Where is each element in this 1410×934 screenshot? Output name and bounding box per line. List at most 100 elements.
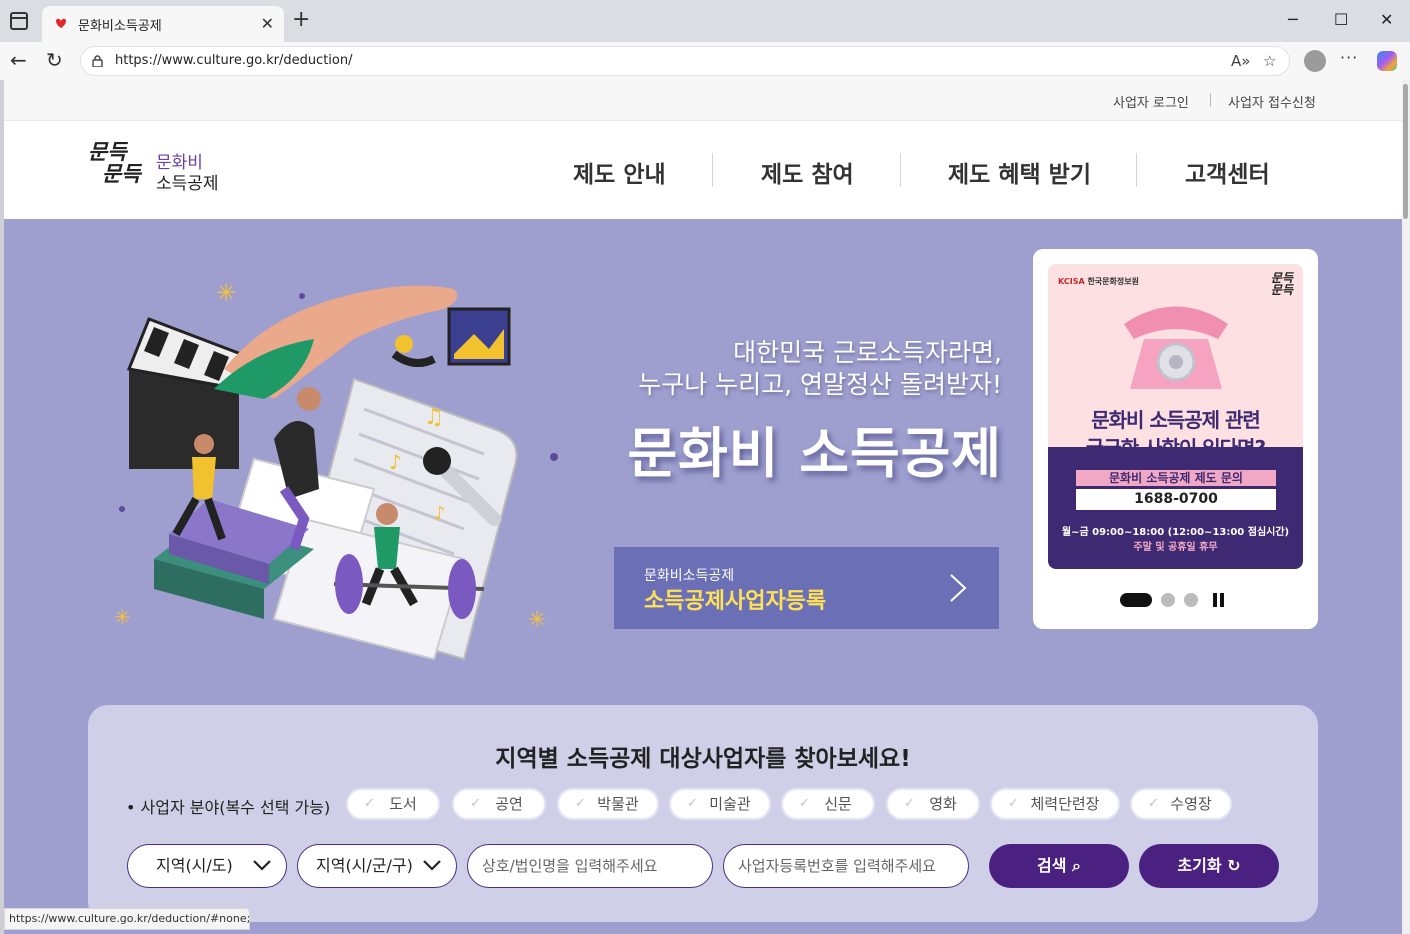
- close-window-icon[interactable]: ✕: [1380, 10, 1393, 29]
- search-icon: ⌕: [1072, 856, 1081, 875]
- slide-indicator[interactable]: [1184, 593, 1198, 607]
- minimize-icon[interactable]: ─: [1288, 10, 1298, 29]
- favorite-star-icon[interactable]: ☆: [1263, 52, 1276, 70]
- logo-text: 문화비: [156, 153, 203, 173]
- category-chip-performance[interactable]: ✓ 공연: [452, 788, 546, 820]
- kcisa-logo: KCISA 한국문화정보원: [1058, 277, 1139, 286]
- divider: [900, 153, 901, 187]
- banner-headline: 문화비 소득공제 관련: [1091, 408, 1261, 432]
- copilot-icon[interactable]: [1377, 51, 1397, 71]
- hero-subtitle-line: 대한민국 근로소득자라면,: [733, 338, 1002, 367]
- main-navigation: 문득 문득 문화비 소득공제 제도 안내 제도 참여 제도 혜택 받기 고객센터: [4, 121, 1402, 219]
- telephone-icon: [1124, 306, 1228, 389]
- check-icon: ✓: [687, 796, 698, 811]
- check-icon: ✓: [1008, 796, 1019, 811]
- hero-subtitle: 대한민국 근로소득자라면, 누구나 누리고, 연말정산 돌려받자!: [638, 337, 1002, 401]
- business-name-input[interactable]: [467, 844, 713, 888]
- utility-bar: 사업자 로그인 사업자 접수신청: [4, 80, 1402, 121]
- check-icon: ✓: [799, 796, 810, 811]
- business-apply-link[interactable]: 사업자 접수신청: [1228, 92, 1316, 111]
- new-tab-icon[interactable]: +: [292, 9, 310, 31]
- svg-text:✳: ✳: [528, 608, 546, 633]
- banner-label: 문화비 소득공제 제도 문의: [1076, 470, 1276, 486]
- inquiry-banner[interactable]: KCISA 한국문화정보원 문득 문득 문화비 소득공제 관련 궁금한 사항이 …: [1033, 249, 1318, 629]
- category-chip-movie[interactable]: ✓ 영화: [886, 788, 980, 820]
- business-search-panel: 지역별 소득공제 대상사업자를 찾아보세요! • 사업자 분야(복수 선택 가능…: [88, 705, 1318, 922]
- category-chip-books[interactable]: ✓ 도서: [346, 788, 440, 820]
- read-aloud-icon[interactable]: A»: [1231, 52, 1250, 70]
- banner-holiday: 주말 및 공휴일 휴무: [1133, 542, 1218, 553]
- hero-illustration: ✳ ✳ ✳ ♫ ♪ ♪: [114, 279, 558, 661]
- more-menu-icon[interactable]: ···: [1340, 48, 1358, 67]
- chevron-down-icon: [423, 860, 441, 871]
- sidebar-toggle-icon[interactable]: [10, 12, 28, 30]
- status-bar: https://www.culture.go.kr/deduction/#non…: [4, 908, 250, 930]
- category-field-label: • 사업자 분야(복수 선택 가능): [126, 798, 331, 817]
- pause-icon[interactable]: [1213, 593, 1225, 607]
- svg-text:✳: ✳: [216, 279, 236, 307]
- hero-title: 문화비 소득공제: [627, 422, 1002, 485]
- category-chip-swimming-pool[interactable]: ✓ 수영장: [1130, 788, 1232, 820]
- page: 사업자 로그인 사업자 접수신청 문득 문득 문화비 소득공제 제도 안내 제도…: [4, 80, 1402, 934]
- refresh-icon[interactable]: ↻: [46, 50, 63, 70]
- close-tab-icon[interactable]: ✕: [261, 14, 274, 33]
- city-select[interactable]: 지역(시/도): [127, 844, 287, 888]
- divider: [1136, 153, 1137, 187]
- category-chip-art-gallery[interactable]: ✓ 미술관: [669, 788, 771, 820]
- hero-subtitle-line: 누구나 누리고, 연말정산 돌려받자!: [638, 370, 1002, 399]
- district-select[interactable]: 지역(시/군/구): [297, 844, 457, 888]
- site-logo[interactable]: 문득 문득 문화비 소득공제: [88, 141, 228, 201]
- search-button[interactable]: 검색 ⌕: [989, 844, 1129, 888]
- register-caption: 문화비소득공제: [644, 568, 735, 584]
- svg-text:♪: ♪: [434, 503, 446, 524]
- slide-indicator[interactable]: [1161, 593, 1175, 607]
- logo-mark: 문득: [88, 139, 127, 164]
- refresh-icon: ↻: [1227, 856, 1241, 875]
- reset-button[interactable]: 초기화 ↻: [1139, 844, 1279, 888]
- check-icon: ✓: [470, 796, 481, 811]
- nav-customer-center[interactable]: 고객센터: [1185, 155, 1270, 189]
- nav-benefits[interactable]: 제도 혜택 받기: [948, 155, 1091, 189]
- logo-text: 소득공제: [156, 174, 219, 194]
- lock-icon: [92, 55, 103, 67]
- banner-hours: 월~금 09:00~18:00 (12:00~13:00 점심시간): [1061, 527, 1290, 538]
- nav-participation[interactable]: 제도 참여: [761, 155, 854, 189]
- banner-logo: 문득 문득: [1270, 271, 1293, 297]
- check-icon: ✓: [575, 796, 586, 811]
- scrollbar-thumb[interactable]: [1403, 84, 1408, 219]
- url-field[interactable]: https://www.culture.go.kr/deduction/ A» …: [80, 46, 1290, 76]
- business-register-button[interactable]: 문화비소득공제 소득공제사업자등록: [614, 547, 999, 629]
- chevron-down-icon: [253, 860, 271, 871]
- category-chip-museum[interactable]: ✓ 박물관: [557, 788, 659, 820]
- browser-tab-bar: 문화비소득공제 ✕ + ─ ☐ ✕: [0, 0, 1410, 42]
- business-login-link[interactable]: 사업자 로그인: [1113, 92, 1189, 111]
- divider: [1210, 93, 1211, 107]
- hero-section: ✳ ✳ ✳ ♫ ♪ ♪ 대한민국 근로소득자라면, 누구나 누리고, 연말정산 …: [4, 219, 1402, 934]
- back-icon[interactable]: ←: [10, 50, 27, 70]
- check-icon: ✓: [364, 796, 375, 811]
- category-chip-fitness[interactable]: ✓ 체력단련장: [990, 788, 1120, 820]
- check-icon: ✓: [904, 796, 915, 811]
- favicon-icon: [56, 18, 66, 28]
- svg-text:♪: ♪: [389, 450, 402, 474]
- search-title: 지역별 소득공제 대상사업자를 찾아보세요!: [495, 746, 911, 772]
- chevron-right-icon: [950, 574, 967, 602]
- check-icon: ✓: [1148, 796, 1159, 811]
- nav-system-guide[interactable]: 제도 안내: [573, 155, 666, 189]
- maximize-icon[interactable]: ☐: [1334, 10, 1348, 29]
- banner-slide: KCISA 한국문화정보원 문득 문득 문화비 소득공제 관련 궁금한 사항이 …: [1048, 264, 1303, 569]
- profile-avatar-icon[interactable]: [1304, 50, 1326, 72]
- banner-headline: 궁금한 사항이 있다면?: [1085, 436, 1266, 460]
- divider: [712, 153, 713, 187]
- svg-text:✳: ✳: [114, 605, 131, 629]
- category-chip-newspaper[interactable]: ✓ 신문: [781, 788, 875, 820]
- business-number-input[interactable]: [723, 844, 969, 888]
- browser-tab[interactable]: 문화비소득공제 ✕: [42, 6, 284, 42]
- banner-phone-number: 1688-0700: [1076, 489, 1276, 510]
- slide-indicator-active[interactable]: [1120, 593, 1152, 607]
- register-label: 소득공제사업자등록: [644, 589, 827, 614]
- address-bar: ← ↻ https://www.culture.go.kr/deduction/…: [0, 42, 1410, 80]
- url-text: https://www.culture.go.kr/deduction/: [115, 53, 353, 68]
- svg-text:♫: ♫: [424, 405, 444, 430]
- logo-mark: 문득: [102, 161, 141, 186]
